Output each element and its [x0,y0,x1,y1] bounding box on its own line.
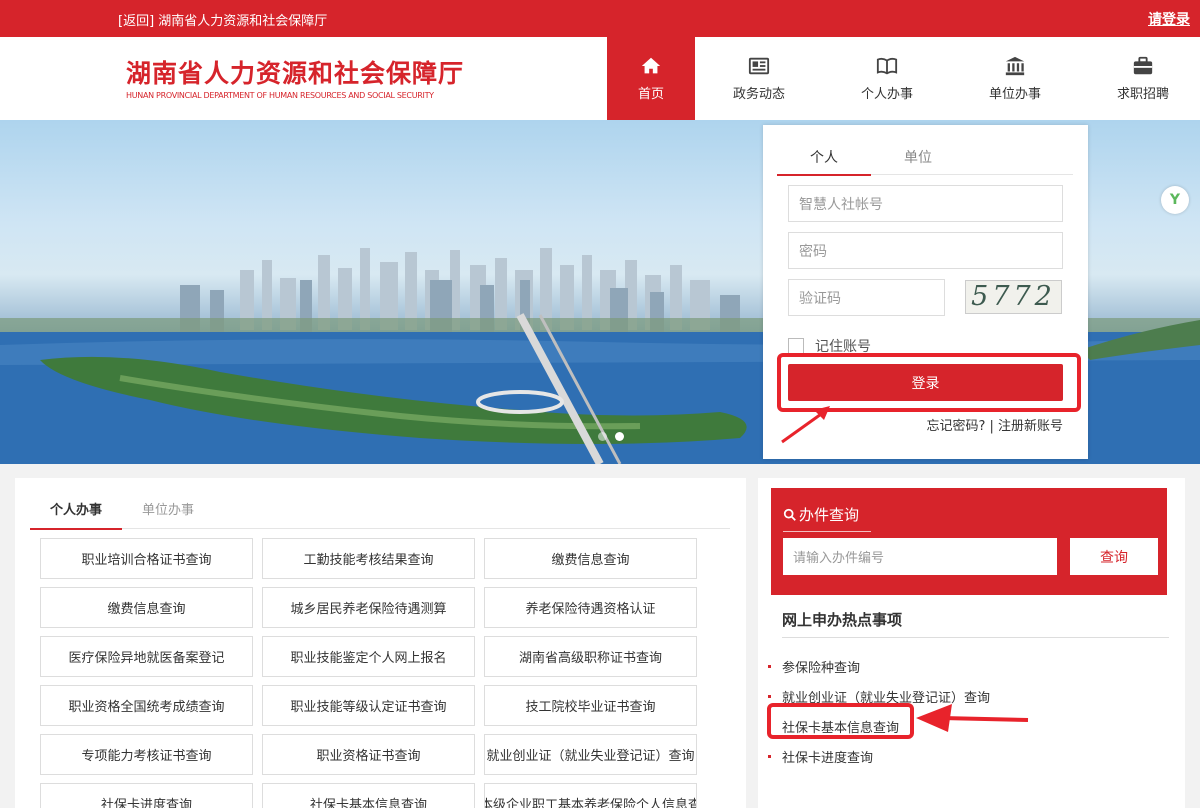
service-item[interactable]: 职业培训合格证书查询 [40,538,253,579]
annotation-arrow-icon [916,704,1029,732]
service-item[interactable]: 养老保险待遇资格认证 [484,587,697,628]
query-title-label: 办件查询 [799,506,860,524]
query-title: 办件查询 [783,504,871,532]
carousel-dot-active[interactable] [615,432,624,441]
tab-company[interactable]: 单位 [871,145,965,174]
service-item[interactable]: 职业资格全国统考成绩查询 [40,685,253,726]
header: 湖南省人力资源和社会保障厅 HUNAN PROVINCIAL DEPARTMEN… [0,37,1200,120]
captcha-input[interactable]: 验证码 [788,279,945,316]
service-item[interactable]: 社保卡进度查询 [40,783,253,808]
query-box: 办件查询 请输入办件编号 查询 [771,488,1167,595]
captcha-image[interactable]: 5772 [965,280,1062,314]
service-item[interactable]: 职业资格证书查询 [262,734,475,775]
site-name: 湖南省人力资源和社会保障厅 [158,14,328,29]
service-item[interactable]: 缴费信息查询 [40,587,253,628]
services-panel: 个人办事 单位办事 职业培训合格证书查询 工勤技能考核结果查询 缴费信息查询 缴… [15,478,746,808]
book-icon [876,57,898,75]
forgot-password-link[interactable]: 忘记密码? [926,419,985,434]
nav-news-label: 政务动态 [732,87,785,102]
account-input[interactable]: 智慧人社帐号 [788,185,1063,222]
service-item[interactable]: 就业创业证（就业失业登记证）查询 [484,734,697,775]
service-item[interactable]: 职业技能鉴定个人网上报名 [262,636,475,677]
logo-subtitle: HUNAN PROVINCIAL DEPARTMENT OF HUMAN RES… [126,91,434,100]
hot-item-highlight [767,703,914,739]
service-item[interactable]: 湖南省高级职称证书查询 [484,636,697,677]
tab-personal[interactable]: 个人 [777,145,871,176]
remember-checkbox[interactable] [788,338,804,354]
query-input[interactable]: 请输入办件编号 [783,538,1057,575]
nav-company[interactable]: 单位办事 [951,37,1079,120]
login-links: 忘记密码? | 注册新账号 [926,415,1063,434]
tab-company-services[interactable]: 单位办事 [122,494,214,528]
building-icon [1005,56,1025,76]
nav-home[interactable]: 首页 [607,37,695,120]
hot-item-label[interactable]: 社保卡进度查询 [782,747,873,766]
hot-item[interactable]: 参保险种查询 [768,651,990,681]
nav-news[interactable]: 政务动态 [695,37,823,120]
logo-title[interactable]: 湖南省人力资源和社会保障厅 [126,54,464,90]
nav-company-label: 单位办事 [988,87,1041,102]
service-item[interactable]: 专项能力考核证书查询 [40,734,253,775]
right-panel: 办件查询 请输入办件编号 查询 网上申办热点事项 参保险种查询 就业创业证（就业… [758,478,1185,808]
services-tabs: 个人办事 单位办事 [30,494,730,530]
service-item[interactable]: 城乡居民养老保险待遇测算 [262,587,475,628]
nav-home-label: 首页 [637,87,664,102]
back-link[interactable]: [返回] 湖南省人力资源和社会保障厅 [118,10,327,29]
top-login-link[interactable]: 请登录 [1148,9,1190,29]
hot-item-label[interactable]: 参保险种查询 [782,657,860,676]
service-item[interactable]: 工勤技能考核结果查询 [262,538,475,579]
carousel-dot[interactable] [598,432,607,441]
tab-personal-services[interactable]: 个人办事 [30,494,122,530]
nav-jobs[interactable]: 求职招聘 [1079,37,1200,120]
home-icon [641,57,661,74]
service-item[interactable]: 技工院校毕业证书查询 [484,685,697,726]
nav-personal[interactable]: 个人办事 [823,37,951,120]
top-bar: [返回] 湖南省人力资源和社会保障厅 请登录 [0,0,1200,37]
briefcase-icon [1133,56,1153,75]
main-nav: 首页 政务动态 个人办事 单位办事 求职招聘 [607,37,1200,120]
login-tabs: 个人 单位 [777,145,1073,176]
carousel-dots [598,432,624,441]
back-label[interactable]: [返回] [118,14,154,29]
service-item[interactable]: 社保卡基本信息查询 [262,783,475,808]
service-item[interactable]: 职业技能等级认定证书查询 [262,685,475,726]
query-button[interactable]: 查询 [1070,538,1158,575]
nav-jobs-label: 求职招聘 [1116,87,1169,102]
annotation-arrow-icon [781,406,830,444]
hot-title: 网上申办热点事项 [782,609,1169,638]
service-item[interactable]: 缴费信息查询 [484,538,697,579]
side-float-icon[interactable]: Y [1161,186,1189,214]
password-input[interactable]: 密码 [788,232,1063,269]
hot-item[interactable]: 社保卡进度查询 [768,741,990,771]
service-item[interactable]: 省本级企业职工基本养老保险个人信息查询 [484,783,697,808]
news-icon [748,57,770,75]
search-icon [783,508,796,521]
service-item[interactable]: 医疗保险异地就医备案登记 [40,636,253,677]
register-link[interactable]: | 注册新账号 [989,419,1063,434]
services-grid: 职业培训合格证书查询 工勤技能考核结果查询 缴费信息查询 缴费信息查询 城乡居民… [40,538,697,808]
nav-personal-label: 个人办事 [860,87,913,102]
